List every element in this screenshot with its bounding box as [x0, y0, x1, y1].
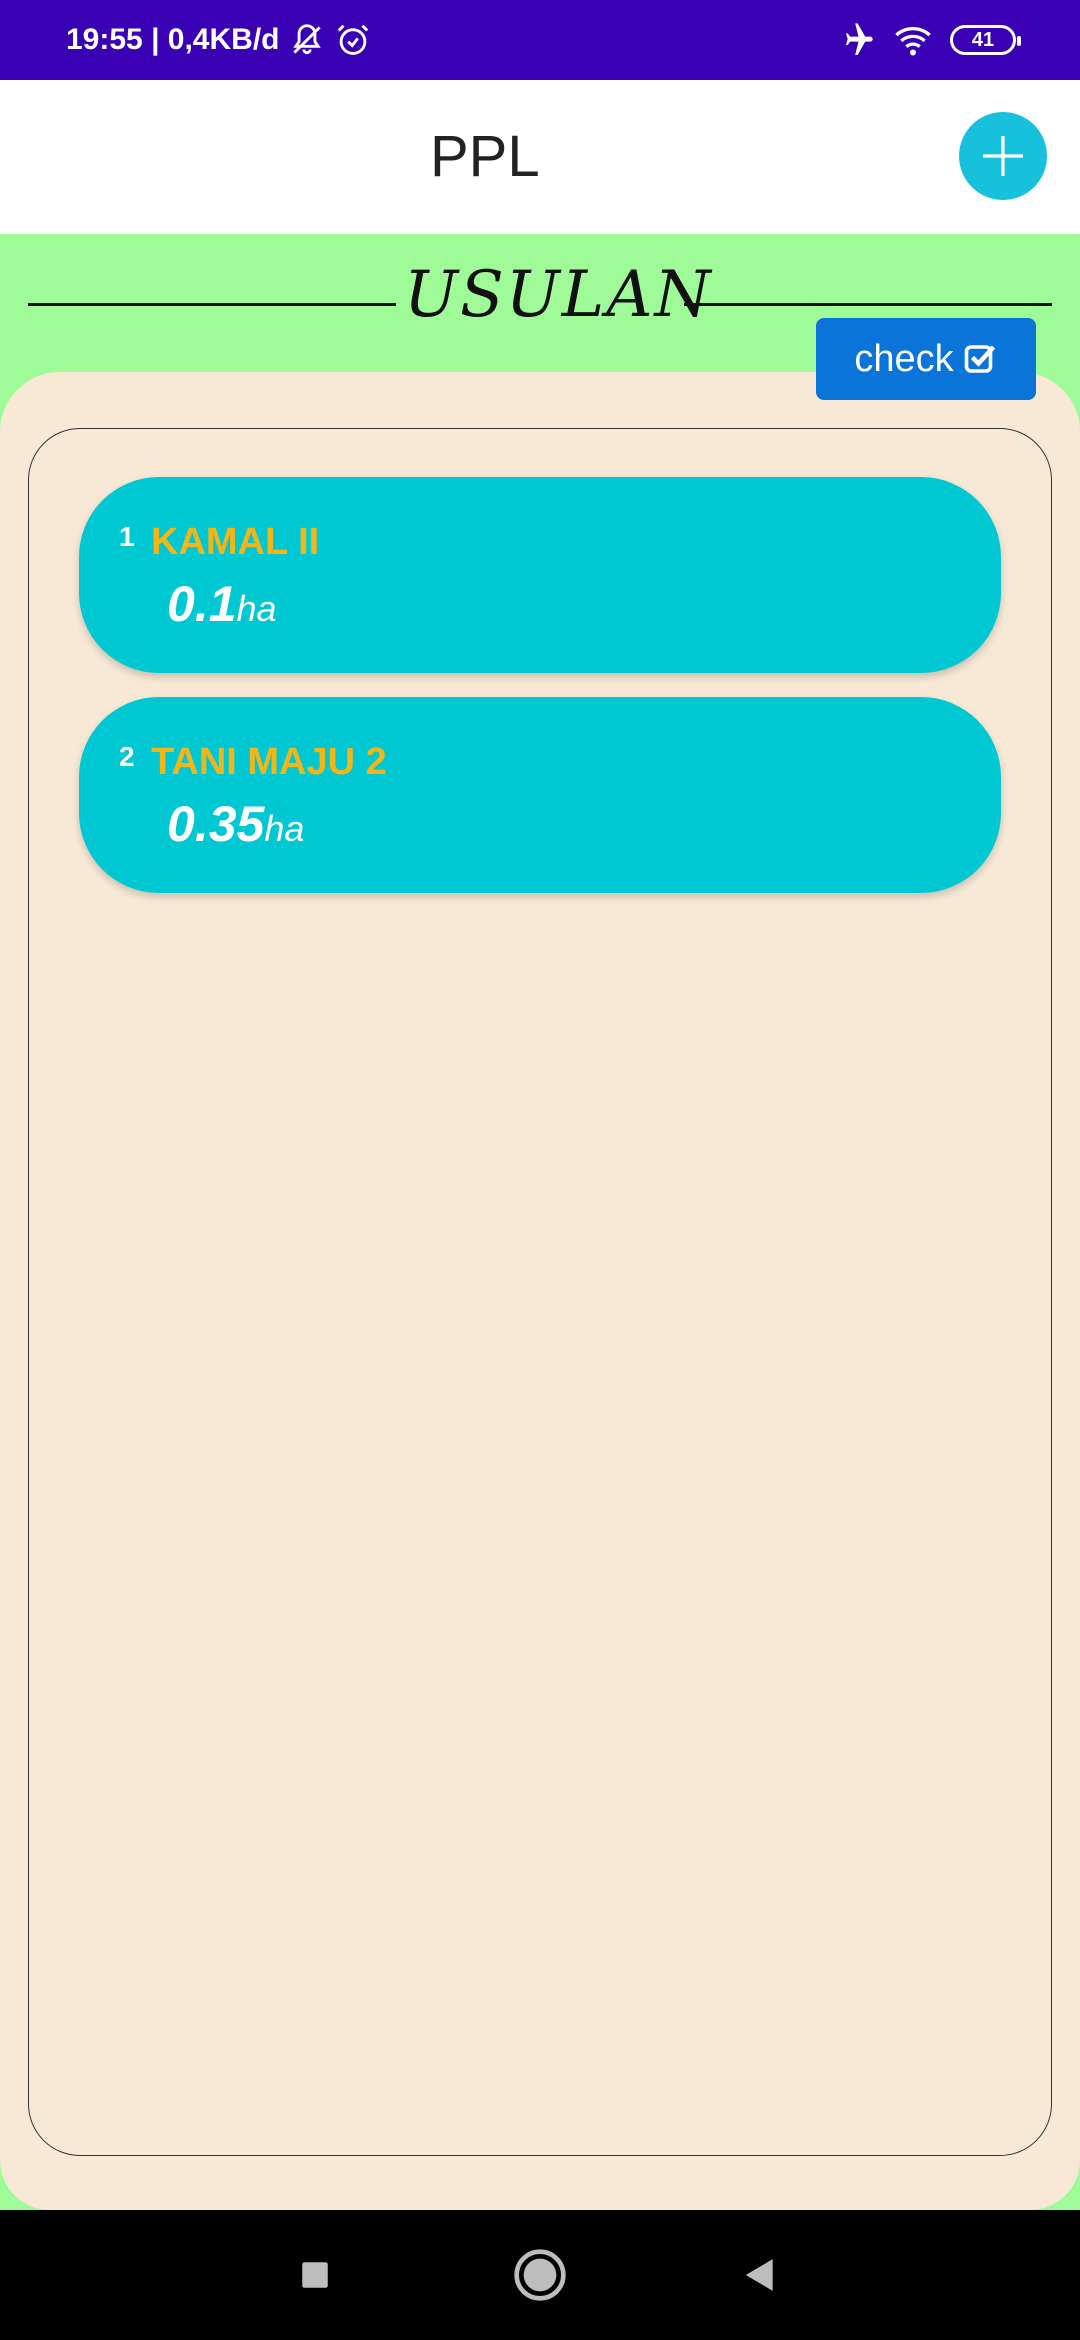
status-left: 19:55 | 0,4KB/d: [66, 0, 372, 80]
section-title: USULAN: [404, 258, 713, 332]
wifi-icon: [895, 27, 931, 56]
item-area: 0.1ha: [167, 575, 277, 633]
recents-square-icon: [302, 2262, 328, 2288]
item-number: 2: [119, 741, 135, 772]
item-area-unit: ha: [236, 588, 277, 629]
item-area-value: 0.35: [167, 796, 265, 852]
page-title: PPL: [430, 124, 540, 189]
recents-button[interactable]: [280, 2210, 350, 2340]
item-area-value: 0.1: [167, 576, 237, 632]
item-area-unit: ha: [264, 808, 305, 849]
battery-level: 41: [971, 28, 995, 51]
item-number: 1: [119, 521, 135, 552]
status-bar: 19:55 | 0,4KB/d 41: [0, 0, 1080, 80]
check-button[interactable]: check: [816, 318, 1036, 400]
plus-icon: [983, 136, 1023, 176]
check-button-label: check: [854, 337, 954, 380]
navigation-bar: [0, 2210, 1080, 2340]
home-button[interactable]: [505, 2210, 575, 2340]
add-button[interactable]: [959, 112, 1047, 200]
proposal-list: 1 KAMAL II 0.1ha 2 TANI MAJU 2 0.35ha: [28, 428, 1052, 2156]
back-triangle-icon: [745, 2259, 773, 2291]
home-circle-icon: [514, 2249, 566, 2301]
section-divider-left: [28, 303, 396, 306]
item-name: TANI MAJU 2: [151, 741, 387, 783]
section-divider-right: [684, 303, 1052, 306]
alarm-icon: [337, 24, 368, 55]
airplane-icon: [846, 23, 873, 55]
app-bar: PPL: [0, 80, 1080, 234]
main-content: USULAN check 1 KAMAL II 0.1ha 2 TANI MAJ…: [0, 234, 1080, 2210]
list-item[interactable]: 1 KAMAL II 0.1ha: [79, 477, 1001, 673]
battery-icon: 41: [950, 25, 1021, 55]
bell-off-icon: [292, 24, 321, 55]
item-area: 0.35ha: [167, 795, 304, 853]
status-right: 41: [836, 0, 1021, 80]
checkbox-checked-icon: [964, 345, 995, 373]
status-time: 19:55 | 0,4KB/d: [66, 23, 280, 56]
back-button[interactable]: [725, 2210, 795, 2340]
proposal-panel: 1 KAMAL II 0.1ha 2 TANI MAJU 2 0.35ha: [0, 372, 1080, 2210]
list-item[interactable]: 2 TANI MAJU 2 0.35ha: [79, 697, 1001, 893]
item-name: KAMAL II: [151, 521, 320, 563]
